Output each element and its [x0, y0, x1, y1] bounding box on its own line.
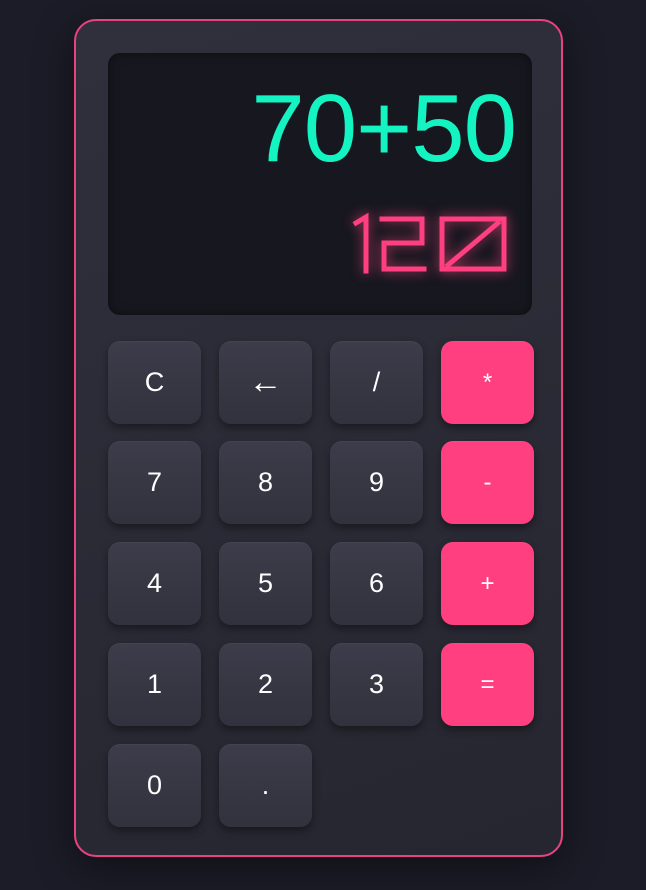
- digit-zero-slash: [444, 219, 502, 269]
- digit-2-button[interactable]: 2: [219, 643, 312, 726]
- digit-3-button[interactable]: 3: [330, 643, 423, 726]
- add-button[interactable]: +: [441, 542, 534, 625]
- calculator-body: 70+50 120 C ← / * 7 8 9 - 4: [74, 19, 563, 857]
- digit-0-button[interactable]: 0: [108, 744, 201, 827]
- result-digits: [352, 212, 507, 274]
- digit-7-button[interactable]: 7: [108, 441, 201, 524]
- digit-6-button[interactable]: 6: [330, 542, 423, 625]
- display-screen: 70+50 120: [108, 53, 532, 315]
- digit-8-button[interactable]: 8: [219, 441, 312, 524]
- digit-9-button[interactable]: 9: [330, 441, 423, 524]
- digit-one-glyph: [352, 212, 369, 274]
- digit-1-button[interactable]: 1: [108, 643, 201, 726]
- decimal-button[interactable]: .: [219, 744, 312, 827]
- clear-button[interactable]: C: [108, 341, 201, 424]
- equals-button[interactable]: =: [441, 643, 534, 726]
- result-display: 120: [312, 212, 512, 283]
- digit-4-button[interactable]: 4: [108, 542, 201, 625]
- divide-button[interactable]: /: [330, 341, 423, 424]
- digit-two-glyph: [379, 216, 427, 272]
- result-value: 120: [312, 213, 313, 214]
- digit-5-button[interactable]: 5: [219, 542, 312, 625]
- subtract-button[interactable]: -: [441, 441, 534, 524]
- multiply-button[interactable]: *: [441, 341, 534, 424]
- expression-display: 70+50: [251, 75, 517, 182]
- backspace-button[interactable]: ←: [219, 341, 312, 424]
